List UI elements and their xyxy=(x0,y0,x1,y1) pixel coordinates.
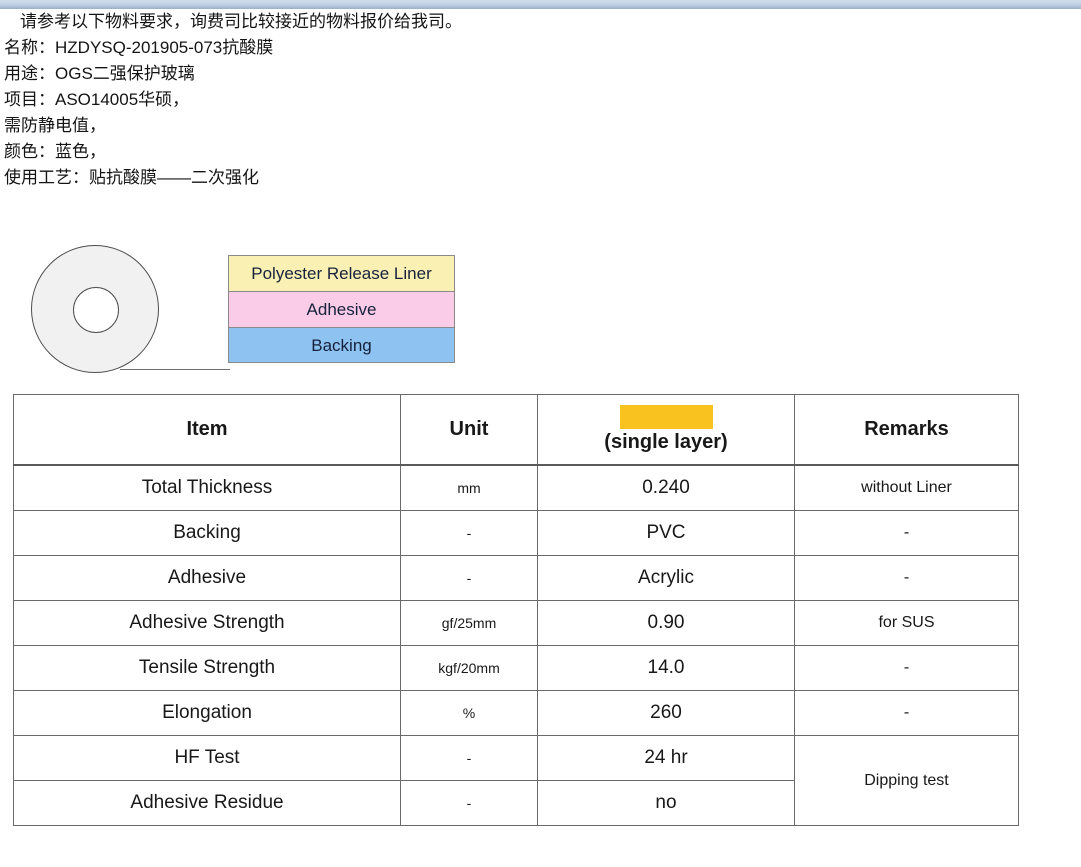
table-row: Backing - PVC - xyxy=(13,510,1019,556)
cell-item: Total Thickness xyxy=(13,464,401,511)
cell-unit: - xyxy=(400,555,538,601)
table-row: Adhesive - Acrylic - xyxy=(13,555,1019,601)
cell-item: Backing xyxy=(13,510,401,556)
table-row: Elongation % 260 - xyxy=(13,690,1019,736)
column-header-item: Item xyxy=(13,394,401,466)
cell-unit: % xyxy=(400,690,538,736)
layer-polyester-release-liner: Polyester Release Liner xyxy=(228,255,455,291)
spec-notes-block: 请参考以下物料要求，询费司比较接近的物料报价给我司。 名称：HZDYSQ-201… xyxy=(0,9,1060,191)
spec-note-line: 名称：HZDYSQ-201905-073抗酸膜 xyxy=(4,38,274,57)
tape-structure-diagram: Polyester Release Liner Adhesive Backing xyxy=(0,236,520,386)
cell-remark: - xyxy=(794,690,1019,736)
column-header-unit: Unit xyxy=(400,394,538,466)
cell-remark: without Liner xyxy=(794,464,1019,511)
window-chrome-strip xyxy=(0,0,1081,9)
cell-unit: - xyxy=(400,780,538,826)
cell-value: no xyxy=(537,780,795,826)
table-row: Adhesive Strength gf/25mm 0.90 for SUS xyxy=(13,600,1019,646)
cell-remark: - xyxy=(794,645,1019,691)
cell-unit: kgf/20mm xyxy=(400,645,538,691)
table-row: HF Test - 24 hr Dipping test xyxy=(13,735,1019,826)
spec-note-line: 使用工艺：贴抗酸膜——二次强化 xyxy=(4,168,259,187)
cell-unit: - xyxy=(400,735,538,781)
cell-remark: - xyxy=(794,555,1019,601)
cell-remark-merged: Dipping test xyxy=(794,735,1019,826)
cell-item: Elongation xyxy=(13,690,401,736)
cell-value: 0.240 xyxy=(537,464,795,511)
spec-note-line: 需防静电值， xyxy=(4,116,106,135)
spec-note-line: 请参考以下物料要求，询费司比较接近的物料报价给我司。 xyxy=(20,12,462,31)
column-header-value-sublabel: (single layer) xyxy=(604,431,728,453)
cell-unit: - xyxy=(400,510,538,556)
layer-adhesive: Adhesive xyxy=(228,291,455,327)
spec-note-line: 用途：OGS二强保护玻璃 xyxy=(4,64,195,83)
cell-item: Adhesive Residue xyxy=(13,780,401,826)
cell-value: PVC xyxy=(537,510,795,556)
column-header-remarks: Remarks xyxy=(794,394,1019,466)
cell-item: Tensile Strength xyxy=(13,645,401,691)
cell-remark: - xyxy=(794,510,1019,556)
layer-stack: Polyester Release Liner Adhesive Backing xyxy=(228,255,455,363)
table-row: Total Thickness mm 0.240 without Liner xyxy=(13,464,1019,511)
cell-remark: for SUS xyxy=(794,600,1019,646)
cell-value: Acrylic xyxy=(537,555,795,601)
cell-value: 14.0 xyxy=(537,645,795,691)
table-row: Tensile Strength kgf/20mm 14.0 - xyxy=(13,645,1019,691)
cell-unit: mm xyxy=(400,464,538,511)
redacted-product-name-block xyxy=(619,405,713,429)
table-header-row: Item Unit (single layer) Remarks xyxy=(13,394,1019,466)
tape-unwound-strip xyxy=(120,369,230,370)
cell-value: 24 hr xyxy=(537,735,795,781)
spec-note-line: 颜色：蓝色， xyxy=(4,142,106,161)
cell-item: Adhesive Strength xyxy=(13,600,401,646)
layer-backing: Backing xyxy=(228,327,455,363)
spec-note-line: 项目：ASO14005华硕， xyxy=(4,90,190,109)
cell-item: HF Test xyxy=(13,735,401,781)
specification-table: Item Unit (single layer) Remarks Total T… xyxy=(13,394,1019,826)
cell-unit: gf/25mm xyxy=(400,600,538,646)
cell-value: 0.90 xyxy=(537,600,795,646)
column-header-value: (single layer) xyxy=(537,394,795,466)
cell-value: 260 xyxy=(537,690,795,736)
tape-roll-core-icon xyxy=(73,287,119,333)
cell-item: Adhesive xyxy=(13,555,401,601)
